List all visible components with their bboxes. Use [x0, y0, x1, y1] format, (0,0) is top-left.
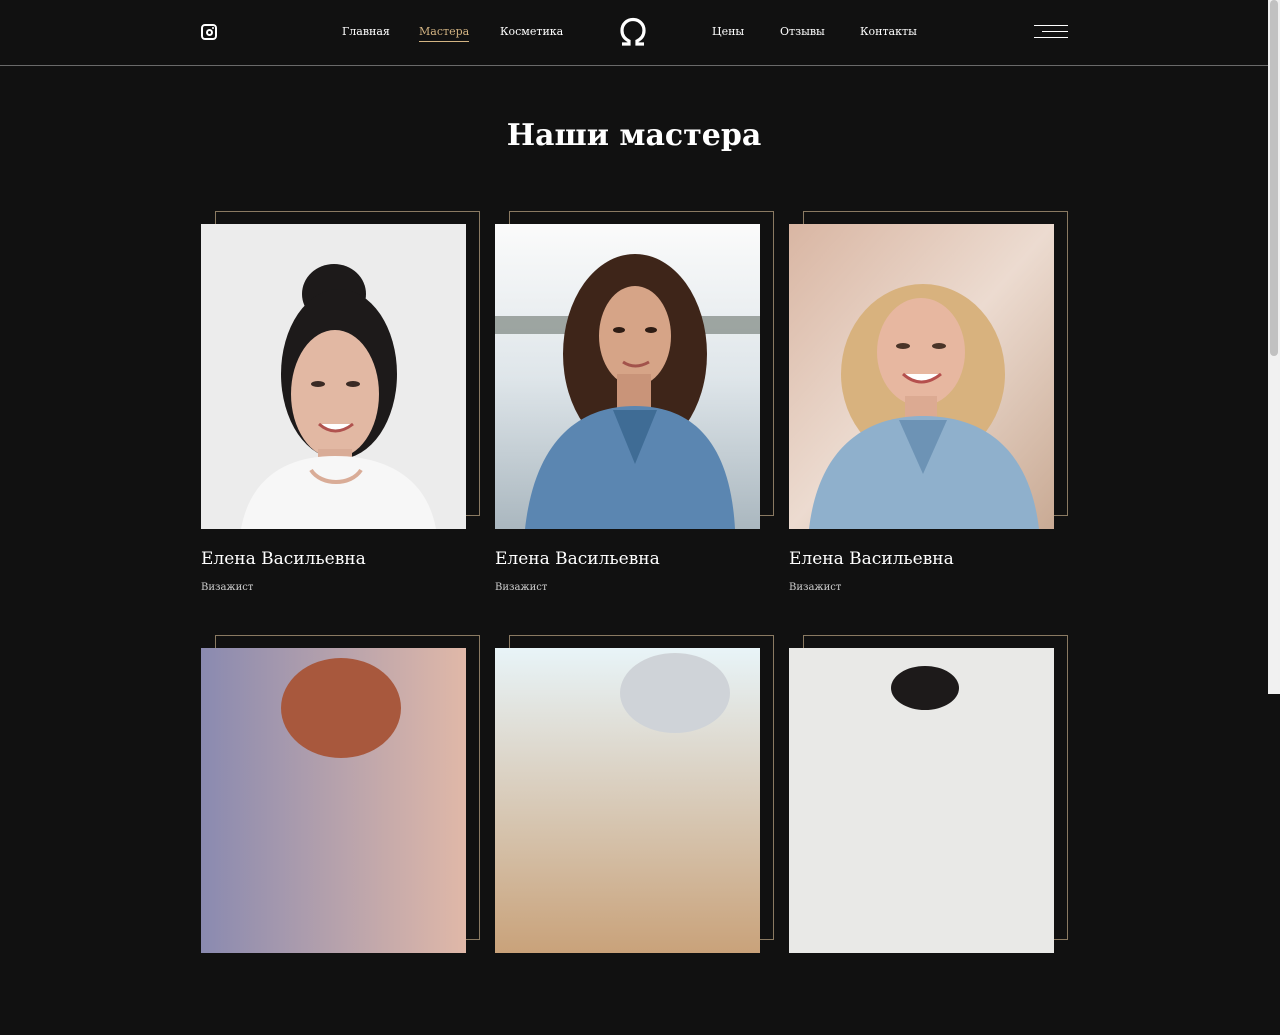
master-name: Елена Васильевна	[495, 549, 660, 569]
master-photo-image	[789, 224, 1054, 529]
master-photo-image	[495, 224, 760, 529]
nav-item-cosmetics[interactable]: Косметика	[500, 24, 563, 40]
master-card[interactable]	[495, 635, 775, 1035]
master-role: Визажист	[789, 582, 842, 593]
master-role: Визажист	[495, 582, 548, 593]
site-header: Главная Мастера Косметика Цены Отзывы Ко…	[0, 0, 1268, 66]
master-card[interactable]	[201, 635, 481, 1035]
nav-item-home[interactable]: Главная	[342, 24, 390, 40]
hamburger-menu-icon[interactable]	[1034, 24, 1068, 40]
instagram-lens	[205, 28, 213, 36]
instagram-dot	[212, 27, 214, 29]
master-card[interactable]: Елена Васильевна Визажист	[789, 211, 1069, 611]
burger-line	[1042, 31, 1068, 32]
nav-item-masters[interactable]: Мастера	[419, 24, 470, 42]
nav-item-reviews[interactable]: Отзывы	[780, 24, 825, 40]
section-title: Наши мастера	[506, 118, 762, 153]
burger-line	[1034, 37, 1068, 38]
master-card[interactable]: Елена Васильевна Визажист	[201, 211, 481, 611]
master-role: Визажист	[201, 582, 254, 593]
omega-logo-icon[interactable]	[617, 16, 649, 48]
master-photo[interactable]	[495, 224, 760, 529]
page-scrollbar[interactable]	[1268, 0, 1280, 694]
scrollbar-thumb[interactable]	[1270, 0, 1278, 356]
master-name: Елена Васильевна	[201, 549, 366, 569]
master-card[interactable]	[789, 635, 1069, 1035]
master-card[interactable]: Елена Васильевна Визажист	[495, 211, 775, 611]
master-photo[interactable]	[789, 224, 1054, 529]
nav-item-contacts[interactable]: Контакты	[860, 24, 917, 40]
master-photo[interactable]	[201, 224, 466, 529]
master-photo-image	[201, 224, 466, 529]
instagram-icon[interactable]	[201, 24, 217, 40]
nav-item-prices[interactable]: Цены	[712, 24, 744, 40]
master-name: Елена Васильевна	[789, 549, 954, 569]
burger-line	[1034, 25, 1068, 26]
